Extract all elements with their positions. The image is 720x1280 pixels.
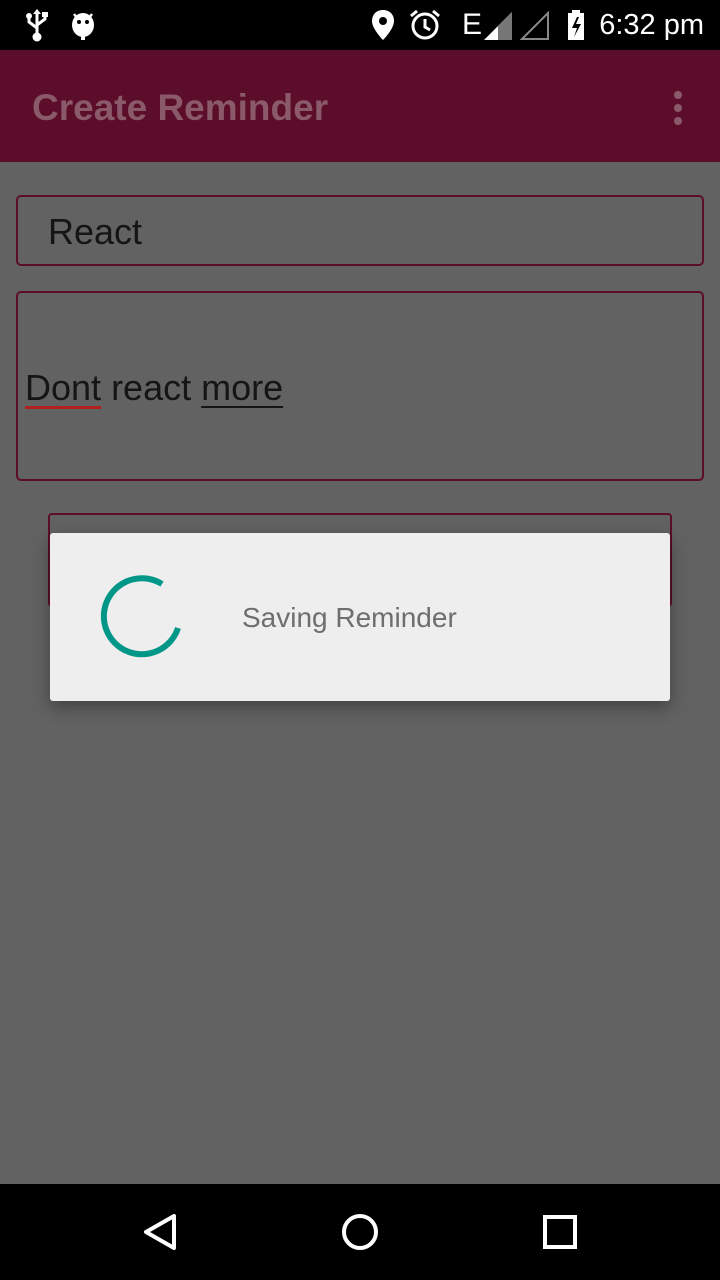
signal-icon — [484, 12, 512, 40]
status-bar: E 6:32 pm — [0, 0, 720, 50]
app-bar: Create Reminder — [0, 50, 720, 162]
dialog-message: Saving Reminder — [242, 602, 457, 633]
network-type-label: E — [462, 8, 483, 41]
signal-empty-icon — [519, 10, 549, 40]
page-title: Create Reminder — [32, 87, 329, 128]
recents-icon[interactable] — [536, 1208, 584, 1256]
battery-charging-icon — [568, 10, 584, 40]
description-word: more — [201, 367, 284, 408]
description-word: Dont — [25, 367, 102, 408]
progress-spinner-icon — [100, 575, 181, 658]
description-input[interactable]: Dont react more — [16, 291, 704, 481]
more-vert-icon[interactable] — [666, 88, 690, 128]
alarm-icon — [410, 9, 440, 40]
android-debug-icon — [72, 13, 94, 40]
title-input-value: React — [48, 211, 143, 252]
navigation-bar — [0, 1184, 720, 1280]
location-icon — [372, 10, 394, 40]
title-input[interactable]: React — [16, 195, 704, 266]
usb-icon — [26, 9, 48, 42]
progress-dialog: Saving Reminder — [50, 533, 670, 701]
back-icon[interactable] — [136, 1208, 184, 1256]
description-input-value: Dont react more — [25, 367, 283, 409]
home-icon[interactable] — [336, 1208, 384, 1256]
description-word: react — [111, 367, 192, 408]
clock: 6:32 pm — [599, 9, 704, 41]
